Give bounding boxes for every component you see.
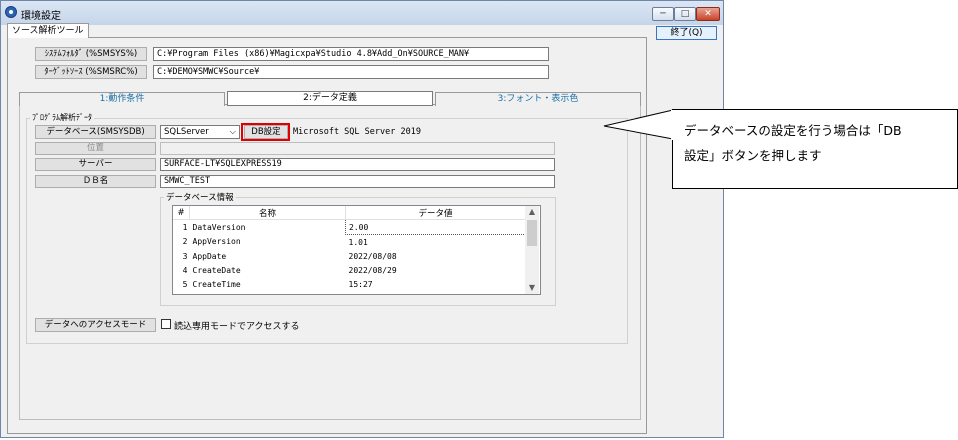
exit-button[interactable]: 終了(Q) (656, 26, 717, 40)
scrollbar-thumb[interactable] (527, 220, 537, 246)
row-name: CreateTime (192, 279, 241, 289)
callout-line-2: 設定」ボタンを押します (684, 148, 822, 163)
close-button[interactable]: ✕ (696, 7, 720, 21)
row-number: 2 (182, 237, 188, 247)
database-button[interactable]: データベース(SMSYSDB) (35, 125, 156, 139)
callout-text: データベースの設定を行う場合は「DB 設定」ボタンを押します (684, 118, 952, 168)
row-value: 2.00 (345, 219, 526, 235)
target-source-button[interactable]: ﾀｰｹﾞｯﾄｿｰｽ (%SMSRC%) (35, 65, 147, 79)
system-folder-button[interactable]: ｼｽﾃﾑﾌｫﾙﾀﾞ (%SMSYS%) (35, 47, 147, 61)
table-header-row: # 名称 データ値 (173, 206, 526, 220)
row-value: 2022/08/08 (348, 251, 397, 261)
table-row[interactable]: 2 AppVersion 1.01 (173, 235, 526, 250)
row-name: AppDate (192, 251, 227, 261)
minimize-button[interactable]: ─ (652, 7, 674, 21)
server-button[interactable]: サーバー (35, 158, 156, 171)
table-row[interactable]: 1 DataVersion 2.00 (173, 219, 526, 235)
tab-font-display-color[interactable]: 3:フォント・表示色 (435, 92, 641, 106)
database-info-grid: # 名称 データ値 1 DataVersion 2.00 2 AppVersio… (173, 206, 526, 291)
column-header-value[interactable]: データ値 (345, 206, 526, 220)
location-button: 位置 (35, 142, 156, 155)
tab-operating-conditions[interactable]: 1:動作条件 (19, 92, 225, 106)
access-mode-button[interactable]: データへのアクセスモード (35, 318, 156, 332)
table-row[interactable]: 4 CreateDate 2022/08/29 (173, 263, 526, 277)
row-number: 4 (182, 265, 188, 275)
db-product-text: Microsoft SQL Server 2019 (293, 127, 421, 137)
app-icon (5, 6, 17, 18)
dbname-button[interactable]: ＤＢ名 (35, 175, 156, 188)
tab-data-definition[interactable]: 2:データ定義 (227, 91, 433, 106)
chevron-down-icon: ⌵ (229, 127, 236, 137)
system-folder-field[interactable]: C:¥Program Files (x86)¥Magicxpa¥Studio 4… (153, 47, 549, 61)
dbname-field[interactable]: SMWC_TEST (160, 175, 555, 188)
readonly-checkbox[interactable] (161, 319, 171, 329)
row-name: DataVersion (192, 222, 246, 232)
target-source-field[interactable]: C:¥DEMO¥SMWC¥Source¥ (153, 65, 549, 79)
row-value: 2022/08/29 (348, 265, 397, 275)
row-number: 3 (182, 251, 188, 261)
row-value: 15:27 (348, 279, 373, 289)
table-scrollbar[interactable]: ▲ ▼ (525, 206, 539, 294)
tab-source-analysis-tool[interactable]: ソース解析ツール (7, 23, 89, 38)
program-analysis-group-label: ﾌﾟﾛｸﾞﾗﾑ解析ﾃﾞｰﾀ (30, 112, 94, 123)
database-info-label: データベース情報 (164, 191, 236, 203)
window-title: 環境設定 (21, 11, 61, 22)
table-row[interactable]: 3 AppDate 2022/08/08 (173, 249, 526, 263)
db-setting-highlight (241, 123, 290, 141)
row-number: 1 (182, 222, 188, 232)
row-number: 5 (182, 279, 188, 289)
readonly-checkbox-label[interactable]: 読込専用モードでアクセスする (174, 319, 300, 332)
scroll-up-icon[interactable]: ▲ (525, 206, 539, 218)
callout-pointer-join (671, 110, 675, 140)
scroll-down-icon[interactable]: ▼ (525, 282, 539, 294)
row-name: AppVersion (192, 237, 241, 247)
database-select[interactable]: SQLServer ⌵ (160, 125, 240, 139)
title-bar[interactable]: 環境設定 ─ □ ✕ (1, 1, 723, 25)
callout-pointer (603, 109, 674, 140)
column-header-name[interactable]: 名称 (189, 206, 346, 220)
row-name: CreateDate (192, 265, 241, 275)
column-header-number[interactable]: # (173, 206, 190, 220)
database-select-value: SQLServer (164, 127, 209, 137)
location-field (160, 142, 555, 155)
table-row[interactable]: 5 CreateTime 15:27 (173, 277, 526, 291)
server-field[interactable]: SURFACE-LT¥SQLEXPRESS19 (160, 158, 555, 171)
callout-line-1: データベースの設定を行う場合は「DB (684, 123, 902, 138)
database-info-table[interactable]: # 名称 データ値 1 DataVersion 2.00 2 AppVersio… (172, 205, 541, 295)
maximize-button[interactable]: □ (674, 7, 696, 21)
row-value: 1.01 (348, 237, 368, 247)
